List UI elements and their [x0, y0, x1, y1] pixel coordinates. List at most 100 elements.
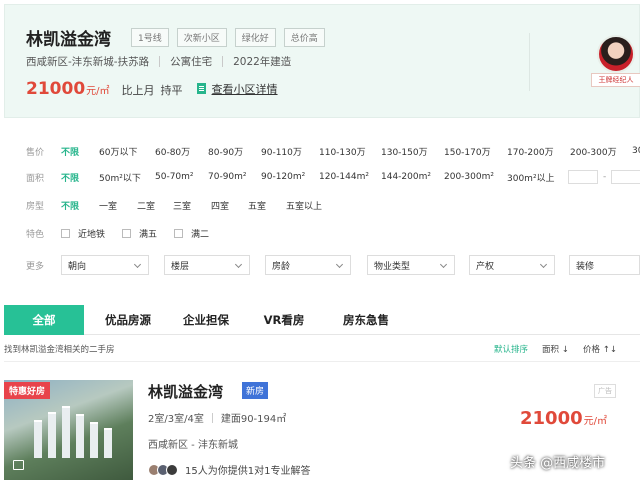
avg-price: 21000: [26, 79, 86, 99]
tag: 绿化好: [234, 28, 276, 47]
agent-consult-text: 15人为你提供1对1专业解答: [185, 466, 311, 477]
tab-vr[interactable]: VR看房: [248, 305, 320, 335]
building-shape: [104, 428, 112, 458]
filter-row-features: 特色 近地铁 满五 满二: [4, 224, 640, 242]
area-min-input[interactable]: [568, 170, 598, 184]
tag: 1号线: [131, 28, 169, 47]
area-option[interactable]: 200-300m²: [444, 172, 494, 182]
community-title: 林凯溢金湾: [26, 30, 111, 50]
decoration-select[interactable]: 装修: [569, 255, 640, 275]
agent-avatar: [166, 463, 178, 476]
price-option[interactable]: 200-300万: [570, 145, 617, 158]
area-option[interactable]: 120-144m²: [319, 172, 369, 182]
detail-link-label: 查看小区详情: [211, 82, 278, 96]
filter-label: 特色: [26, 229, 45, 240]
floor-select[interactable]: 楼层: [164, 255, 250, 275]
feature-five-years-checkbox[interactable]: 满五: [122, 227, 157, 240]
separator: [159, 56, 161, 67]
range-dash: -: [603, 172, 607, 182]
gallery-icon[interactable]: [13, 460, 24, 470]
agent-consult[interactable]: 15人为你提供1对1专业解答: [148, 462, 310, 477]
tab-all[interactable]: 全部: [4, 305, 84, 335]
chevron-down-icon: [539, 260, 548, 269]
room-option[interactable]: 四室: [211, 199, 229, 212]
price-option[interactable]: 60-80万: [155, 145, 190, 158]
building-shape: [76, 414, 84, 458]
district: 西咸新区-沣东新城-扶苏路: [26, 56, 150, 68]
select-value: 物业类型: [374, 261, 411, 272]
select-value: 产权: [476, 261, 495, 272]
listing-tabs: 全部 优品房源 企业担保 VR看房 房东急售: [4, 305, 640, 335]
chevron-down-icon: [439, 260, 448, 269]
price-value: 21000: [520, 408, 583, 429]
room-option[interactable]: 五室以上: [286, 199, 322, 212]
orientation-select[interactable]: 朝向: [61, 255, 149, 275]
area-option[interactable]: 144-200m²: [381, 172, 431, 182]
tab-premium[interactable]: 优品房源: [92, 305, 164, 335]
select-value: 楼层: [171, 261, 190, 272]
price-option[interactable]: 80-90万: [208, 145, 243, 158]
ownership-select[interactable]: 产权: [469, 255, 555, 275]
agent-card[interactable]: 王牌经纪人: [591, 35, 640, 87]
listing-specs: 2室/3室/4室 建面90-194㎡: [148, 410, 286, 425]
property-type-select[interactable]: 物业类型: [367, 255, 455, 275]
price-option[interactable]: 150-170万: [444, 145, 491, 158]
filter-label: 售价: [26, 147, 45, 158]
listing-title[interactable]: 林凯溢金湾: [148, 381, 223, 402]
area-option[interactable]: 300m²以上: [507, 171, 555, 184]
sort-area[interactable]: 面积 ↓: [542, 343, 569, 355]
age-select[interactable]: 房龄: [265, 255, 351, 275]
sort-default[interactable]: 默认排序: [494, 343, 528, 355]
tag-list: 1号线 次新小区 绿化好 总价高: [131, 28, 325, 47]
area-option[interactable]: 90-120m²: [261, 172, 305, 182]
area-option[interactable]: 50-70m²: [155, 172, 194, 182]
select-value: 朝向: [68, 261, 87, 272]
area-option[interactable]: 不限: [61, 171, 79, 184]
room-option[interactable]: 一室: [99, 199, 117, 212]
tab-urgent-sale[interactable]: 房东急售: [326, 305, 406, 335]
new-home-badge: 新房: [242, 382, 269, 399]
price-unit: 元/㎡: [583, 416, 607, 427]
sort-price[interactable]: 价格 ↑↓: [583, 343, 617, 355]
price-option[interactable]: 不限: [61, 145, 79, 158]
filter-label: 更多: [26, 261, 45, 272]
price-option[interactable]: 30: [632, 146, 640, 156]
feature-label: 满五: [139, 229, 158, 240]
area-max-input[interactable]: [611, 170, 640, 184]
feature-two-years-checkbox[interactable]: 满二: [174, 227, 209, 240]
price-row: 21000 元/㎡ 比上月 持平 查看小区详情: [26, 79, 278, 99]
room-option[interactable]: 三室: [173, 199, 191, 212]
divider: [4, 361, 640, 362]
watermark: 头条 @西咸楼市: [510, 456, 606, 471]
filter-label: 面积: [26, 173, 45, 184]
agent-avatar: [597, 35, 635, 73]
result-bar: 找到林凯溢金湾相关的二手房 默认排序 面积 ↓ 价格 ↑↓: [4, 340, 640, 356]
price-option[interactable]: 90-110万: [261, 145, 302, 158]
checkbox-icon: [122, 228, 131, 238]
chevron-down-icon: [335, 260, 344, 269]
area-option[interactable]: 70-90m²: [208, 172, 247, 182]
page: 林凯溢金湾 1号线 次新小区 绿化好 总价高 西咸新区-沣东新城-扶苏路 公寓住…: [0, 0, 640, 484]
price-option[interactable]: 130-150万: [381, 145, 428, 158]
listing-thumbnail[interactable]: 特惠好房: [4, 380, 133, 480]
feature-subway-checkbox[interactable]: 近地铁: [61, 227, 105, 240]
filter-row-area: 面积 不限 50m²以下 50-70m² 70-90m² 90-120m² 12…: [4, 168, 640, 186]
filter-label: 房型: [26, 201, 45, 212]
price-option[interactable]: 110-130万: [319, 145, 366, 158]
room-option[interactable]: 五室: [248, 199, 266, 212]
building-shape: [34, 420, 42, 458]
room-option[interactable]: 不限: [61, 199, 79, 212]
document-icon: [196, 83, 206, 94]
price-option[interactable]: 60万以下: [99, 145, 137, 158]
community-detail-link[interactable]: 查看小区详情: [196, 81, 278, 97]
room-option[interactable]: 二室: [137, 199, 155, 212]
build-area: 建面90-194㎡: [220, 414, 287, 425]
area-option[interactable]: 50m²以下: [99, 171, 141, 184]
building-shape: [62, 406, 70, 458]
building-shape: [90, 422, 98, 458]
tab-enterprise-guarantee[interactable]: 企业担保: [170, 305, 242, 335]
price-unit: 元/㎡: [86, 86, 110, 97]
separator: [222, 56, 224, 67]
price-option[interactable]: 170-200万: [507, 145, 554, 158]
checkbox-icon: [61, 228, 70, 238]
